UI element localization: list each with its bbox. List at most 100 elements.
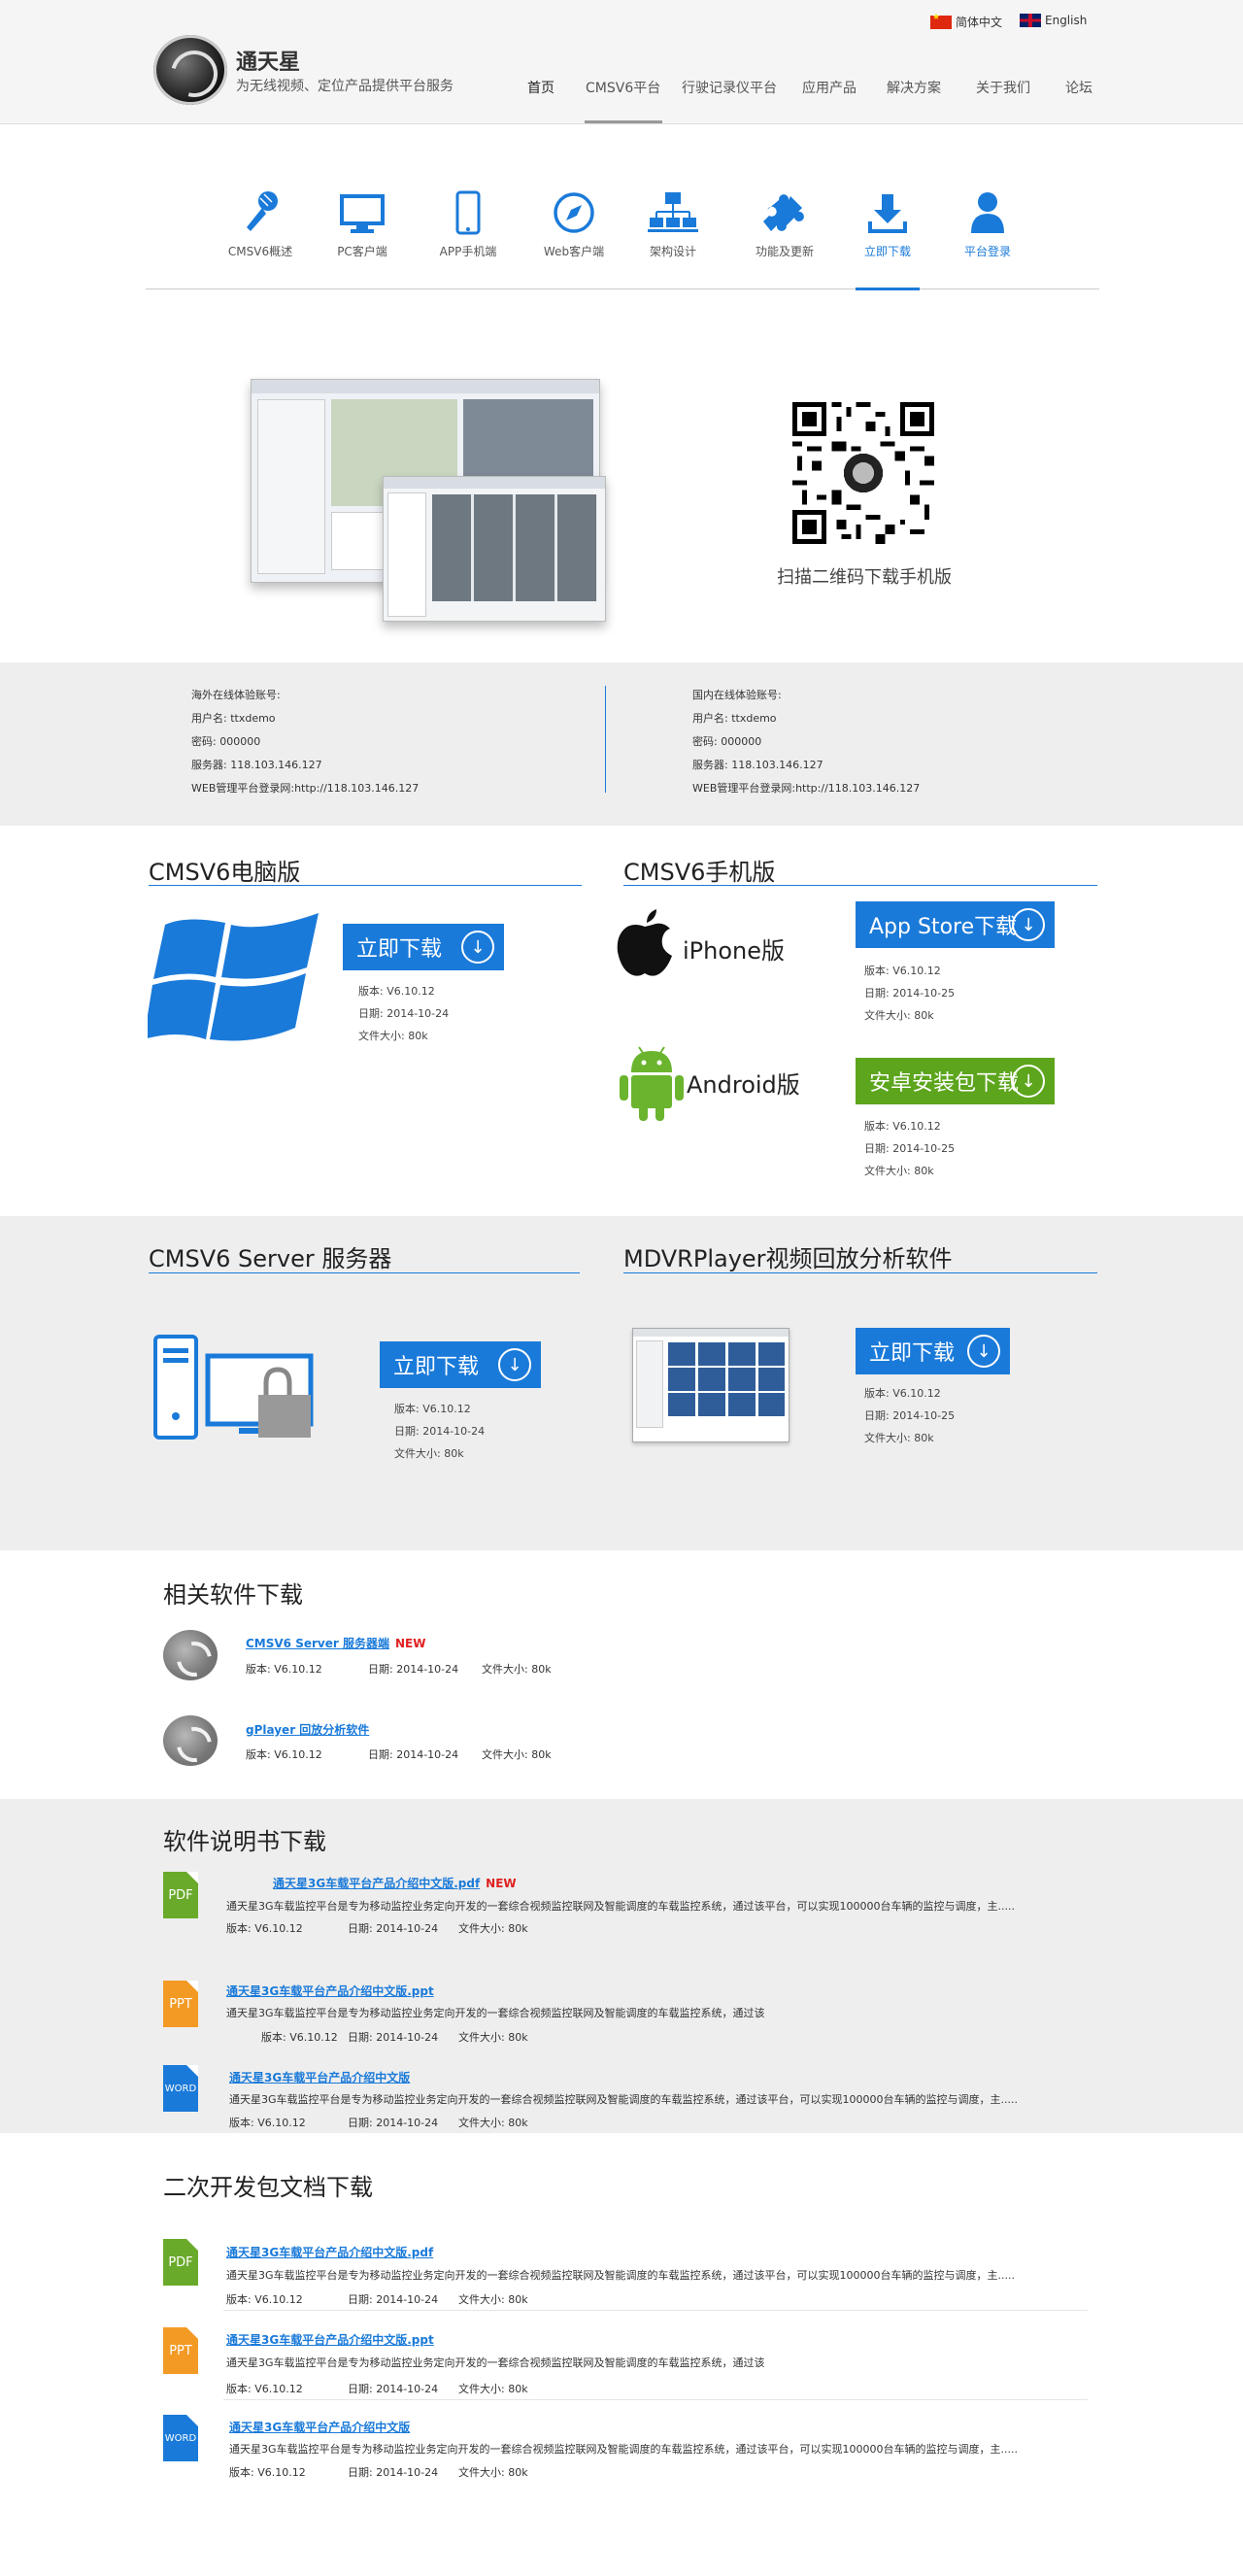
sdk-item-size: 文件大小: 80k (458, 2293, 528, 2306)
sdk-item-link[interactable]: 通天星3G车载平台产品介绍中文版.pdf (226, 2244, 433, 2260)
phone-icon (424, 185, 512, 235)
sdk-item-version: 版本: V6.10.12 (226, 2383, 303, 2395)
lang-en-link[interactable]: English (1020, 14, 1087, 27)
network-icon (629, 185, 717, 235)
overseas-title: 海外在线体验账号: (191, 689, 281, 701)
tab-download-label: 立即下载 (863, 245, 911, 258)
tab-active-indicator (856, 288, 920, 290)
sdk-item-version: 版本: V6.10.12 (226, 2293, 303, 2306)
manual-item-desc: 通天星3G车载监控平台是专为移动监控业务定向开发的一套综合视频监控联网及智能调度… (226, 1900, 1015, 1913)
sdk-item-desc: 通天星3G车载监控平台是专为移动监控业务定向开发的一套综合视频监控联网及智能调度… (226, 2356, 765, 2369)
android-meta: 版本: V6.10.12 日期: 2014-10-25 文件大小: 80k (864, 1115, 955, 1182)
sdk-item-date: 日期: 2014-10-24 (348, 2383, 439, 2395)
ppt-file-icon: PPT (163, 1981, 198, 2027)
server-icon (153, 1335, 315, 1447)
player-screenshot (632, 1328, 789, 1442)
mobile-section-line (623, 885, 1097, 886)
server-section-line (149, 1272, 580, 1273)
manual-item-link[interactable]: 通天星3G车载平台产品介绍中文版 (229, 2069, 410, 2085)
player-meta: 版本: V6.10.12 日期: 2014-10-25 文件大小: 80k (864, 1382, 955, 1449)
nav-solutions[interactable]: 解决方案 (887, 78, 941, 97)
pc-meta: 版本: V6.10.12 日期: 2014-10-24 文件大小: 80k (358, 980, 449, 1047)
tab-overview-label: CMSV6概述 (227, 245, 293, 258)
server-size: 文件大小: 80k (394, 1447, 464, 1460)
compass-icon (530, 185, 618, 235)
tab-architecture[interactable]: 架构设计 (629, 185, 717, 259)
nav-home[interactable]: 首页 (527, 78, 554, 97)
player-version: 版本: V6.10.12 (864, 1387, 941, 1400)
sdk-item-link[interactable]: 通天星3G车载平台产品介绍中文版 (229, 2419, 410, 2435)
manual-item-link[interactable]: 通天星3G车载平台产品介绍中文版.pdf NEW (273, 1875, 517, 1891)
android-download-label: 安卓安装包下载 (869, 1071, 1020, 1096)
android-label: Android版 (687, 1071, 800, 1099)
overseas-web[interactable]: WEB管理平台登录网:http://118.103.146.127 (191, 777, 419, 800)
overseas-user: 用户名: ttxdemo (191, 712, 276, 725)
apple-logo-icon (614, 905, 676, 983)
download-arrow-icon: ↓ (498, 1348, 531, 1381)
sdk-item-desc: 通天星3G车载监控平台是专为移动监控业务定向开发的一套综合视频监控联网及智能调度… (226, 2269, 1015, 2282)
download-arrow-icon: ↓ (1012, 1065, 1045, 1098)
sdk-item-size: 文件大小: 80k (458, 2383, 528, 2395)
nav-active-indicator (585, 120, 662, 123)
nav-recorder[interactable]: 行驶记录仪平台 (682, 78, 777, 97)
server-meta: 版本: V6.10.12 日期: 2014-10-24 文件大小: 80k (394, 1398, 485, 1465)
pc-download-label: 立即下载 (356, 937, 443, 962)
puzzle-icon (741, 185, 828, 235)
microphone-icon (217, 185, 304, 235)
tab-app[interactable]: APP手机端 (424, 185, 512, 259)
mobile-section-title: CMSV6手机版 (623, 859, 776, 886)
tab-pc-client[interactable]: PC客户端 (319, 185, 406, 259)
software-screenshot (251, 379, 610, 631)
android-size: 文件大小: 80k (864, 1165, 934, 1177)
site-header: 通天星 为无线视频、定位产品提供平台服务 简体中文 English 首页 CMS… (0, 0, 1243, 124)
tab-pc-client-label: PC客户端 (337, 245, 387, 258)
tab-login[interactable]: 平台登录 (944, 185, 1031, 259)
download-arrow-icon: ↓ (1012, 908, 1045, 941)
tab-features[interactable]: 功能及更新 (741, 185, 828, 259)
pc-version: 版本: V6.10.12 (358, 985, 435, 998)
pc-download-button[interactable]: 立即下载 ↓ (343, 924, 504, 970)
domestic-password: 密码: 000000 (692, 735, 762, 748)
nav-products[interactable]: 应用产品 (802, 78, 857, 97)
nav-forum[interactable]: 论坛 (1065, 78, 1092, 97)
related-section-title: 相关软件下载 (163, 1581, 303, 1609)
sdk-item-link[interactable]: 通天星3G车载平台产品介绍中文版.ppt (226, 2331, 434, 2348)
manual-item-desc: 通天星3G车载监控平台是专为移动监控业务定向开发的一套综合视频监控联网及智能调度… (229, 2093, 1018, 2106)
nav-cmsv6[interactable]: CMSV6平台 (586, 78, 660, 97)
related-item-size: 文件大小: 80k (482, 1663, 552, 1676)
tab-download[interactable]: 立即下载 (844, 185, 931, 259)
server-download-button[interactable]: 立即下载 ↓ (380, 1341, 541, 1388)
server-download-label: 立即下载 (393, 1355, 480, 1379)
user-icon (944, 185, 1031, 235)
manual-item-link[interactable]: 通天星3G车载平台产品介绍中文版.ppt (226, 1983, 434, 1999)
download-icon (844, 185, 931, 235)
lang-cn-label: 简体中文 (956, 16, 1003, 29)
player-download-label: 立即下载 (869, 1341, 956, 1366)
android-download-button[interactable]: 安卓安装包下载 ↓ (856, 1058, 1055, 1104)
screenshot-secondary (383, 476, 606, 622)
related-item-link[interactable]: gPlayer 回放分析软件 (246, 1721, 369, 1738)
demo-accounts: 海外在线体验账号: 用户名: ttxdemo 密码: 000000 服务器: 1… (0, 662, 1243, 826)
brand-slogan: 为无线视频、定位产品提供平台服务 (236, 79, 454, 94)
windows-logo-icon (144, 909, 319, 1061)
brand-name[interactable]: 通天星 (236, 45, 300, 76)
tab-architecture-label: 架构设计 (649, 245, 696, 258)
domestic-web[interactable]: WEB管理平台登录网:http://118.103.146.127 (692, 777, 920, 800)
manuals-section-title: 软件说明书下载 (163, 1828, 326, 1855)
player-download-button[interactable]: 立即下载 ↓ (856, 1328, 1010, 1374)
server-section-title: CMSV6 Server 服务器 (149, 1245, 392, 1272)
download-arrow-icon: ↓ (967, 1335, 1000, 1368)
appstore-download-button[interactable]: App Store下载 ↓ (856, 901, 1055, 948)
sdk-item-size: 文件大小: 80k (458, 2466, 528, 2479)
iphone-date: 日期: 2014-10-25 (864, 987, 956, 1000)
manual-item-version: 版本: V6.10.12 (229, 2117, 306, 2129)
lang-cn-link[interactable]: 简体中文 (930, 13, 1003, 30)
nav-about[interactable]: 关于我们 (976, 78, 1030, 97)
logo-icon[interactable] (153, 35, 227, 105)
tab-web[interactable]: Web客户端 (530, 185, 618, 259)
software-logo-icon (163, 1715, 218, 1766)
tab-overview[interactable]: CMSV6概述 (217, 185, 304, 259)
iphone-label: iPhone版 (683, 937, 786, 965)
word-file-icon: WORD (163, 2415, 198, 2461)
related-item-link[interactable]: CMSV6 Server 服务器端 NEW (246, 1635, 425, 1651)
